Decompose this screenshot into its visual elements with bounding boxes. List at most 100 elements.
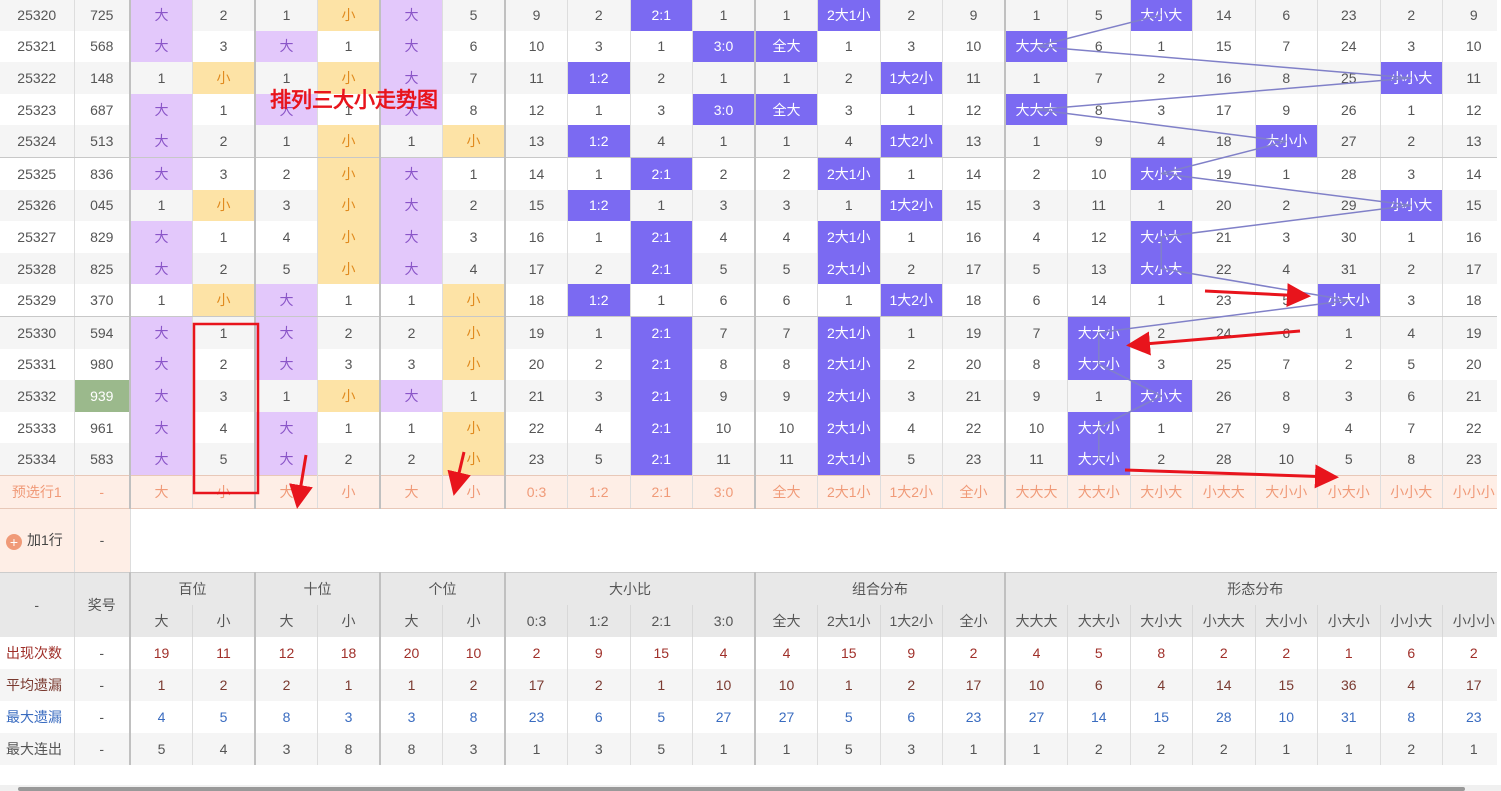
hit-cell: 1:2 [567,125,631,158]
miss-cell: 6 [754,284,818,317]
header-group: 组合分布 [754,571,1006,605]
miss-cell: 24 [1192,316,1256,349]
header-col[interactable]: 0:3 [504,604,568,637]
miss-cell: 2 [192,0,256,31]
hit-cell: 大 [129,411,193,444]
hit-cell: 小 [317,62,381,94]
header-col[interactable]: 小小大 [1380,604,1443,637]
header-col[interactable]: 2大1小 [817,604,881,637]
preselect-row[interactable]: 预选行1- 大小大小大小 0:3 1:2 2:1 3:0 全大 2大1小 1大2小 全小 大大大 大大… [0,474,1497,509]
table-row: 25331 980 大 2 大 3 3 小 20 2 2:1 8 8 2大1小 2 20 8 大大小 3 25 7 2 5 2… [0,348,1497,381]
header-col[interactable]: 小大小 [1317,604,1381,637]
scrollbar-thumb[interactable] [18,787,1465,791]
header-col[interactable]: 2:1 [630,604,693,637]
hit-cell: 1大2小 [880,62,943,94]
preselect-cell[interactable]: 大大小 [1067,474,1131,509]
hit-cell: 大大小 [1067,348,1131,381]
header-col[interactable]: 1大2小 [880,604,943,637]
hit-cell: 大小大 [1130,252,1193,285]
miss-cell: 4 [567,411,631,444]
miss-cell: 6 [1067,30,1131,63]
miss-cell: 26 [1317,93,1381,126]
header-col[interactable]: 3:0 [692,604,756,637]
miss-cell: 12 [1067,221,1131,253]
hit-cell: 大 [379,221,443,253]
stats-value: 1 [754,732,818,765]
miss-cell: 26 [1192,380,1256,412]
hit-cell: 2:1 [630,411,693,444]
header-col[interactable]: 大小小 [1255,604,1318,637]
stats-label: 平均遗漏 [0,668,75,701]
preselect-cell[interactable]: 全小 [942,474,1006,509]
preselect-cell[interactable]: 大 [129,474,193,509]
stats-value: 4 [129,700,193,733]
stats-value: 1 [1317,636,1381,669]
preselect-cell[interactable]: 0:3 [504,474,568,509]
miss-cell: 5 [192,443,256,476]
hit-cell: 2大1小 [817,411,881,444]
header-group: 百位 [129,571,256,605]
miss-cell: 15 [1192,30,1256,63]
header-col[interactable]: 全小 [942,604,1006,637]
header-col[interactable]: 小小小 [1442,604,1497,637]
hit-cell: 1大2小 [880,125,943,158]
header-col[interactable]: 大小大 [1130,604,1193,637]
hit-cell: 全大 [754,93,818,126]
header-col[interactable]: 大 [129,604,193,637]
hit-cell: 大 [379,252,443,285]
hit-cell: 大 [254,284,318,317]
preselect-cell[interactable]: 大小小 [1255,474,1318,509]
preselect-cell[interactable]: 小小大 [1380,474,1443,509]
miss-cell: 1 [817,284,881,317]
header-col[interactable]: 小大大 [1192,604,1256,637]
hit-cell: 2大1小 [817,316,881,349]
preselect-cell[interactable]: 2:1 [630,474,693,509]
plus-circle-icon[interactable]: + [6,533,22,550]
miss-cell: 2 [254,157,318,190]
header-col[interactable]: 小 [442,604,506,637]
header-col[interactable]: 1:2 [567,604,631,637]
preselect-cell[interactable]: 小 [192,474,256,509]
miss-cell: 1 [129,284,193,317]
preselect-cell[interactable]: 2大1小 [817,474,881,509]
preselect-cell[interactable]: 小 [317,474,381,509]
miss-cell: 20 [1192,189,1256,222]
stats-value: 3 [880,732,943,765]
miss-cell: 1 [254,62,318,94]
stats-value: 27 [1004,700,1068,733]
miss-cell: 1 [630,30,693,63]
preselect-cell[interactable]: 小 [442,474,506,509]
hit-cell: 小大小 [1317,284,1381,317]
preselect-cell[interactable]: 大 [379,474,443,509]
miss-cell: 6 [1255,316,1318,349]
trend-chart: 25320 725 大 2 1 小大 5 9 2 2:1 1 1 2大1小 2 9 1 5 大小大 14 6 23 2 9 2… [0,0,1497,765]
miss-cell: 1 [1255,157,1318,190]
preselect-cell[interactable]: 1大2小 [880,474,943,509]
preselect-cell[interactable]: 大小大 [1130,474,1193,509]
header-col[interactable]: 大 [254,604,318,637]
header-col[interactable]: 大大大 [1004,604,1068,637]
header-col[interactable]: 小 [192,604,256,637]
add-row-button[interactable]: + 加1行 [0,508,75,573]
draw-number: 045 [74,189,131,222]
header-col[interactable]: 大大小 [1067,604,1131,637]
stats-value: 2 [567,668,631,701]
miss-cell: 3 [1380,284,1443,317]
preselect-cell[interactable]: 全大 [754,474,818,509]
miss-cell: 2 [192,125,256,158]
miss-cell: 18 [1442,284,1497,317]
preselect-cell[interactable]: 小小小 [1442,474,1497,509]
preselect-cell[interactable]: 3:0 [692,474,756,509]
miss-cell: 17 [1442,252,1497,285]
preselect-cell[interactable]: 小大小 [1317,474,1381,509]
preselect-cell[interactable]: 大大大 [1004,474,1068,509]
preselect-cell[interactable]: 大 [254,474,318,509]
miss-cell: 2 [880,252,943,285]
header-col[interactable]: 全大 [754,604,818,637]
preselect-cell[interactable]: 小大大 [1192,474,1256,509]
preselect-cell[interactable]: 1:2 [567,474,631,509]
header-col[interactable]: 大 [379,604,443,637]
miss-cell: 1 [317,411,381,444]
header-col[interactable]: 小 [317,604,381,637]
hit-cell: 大 [379,380,443,412]
